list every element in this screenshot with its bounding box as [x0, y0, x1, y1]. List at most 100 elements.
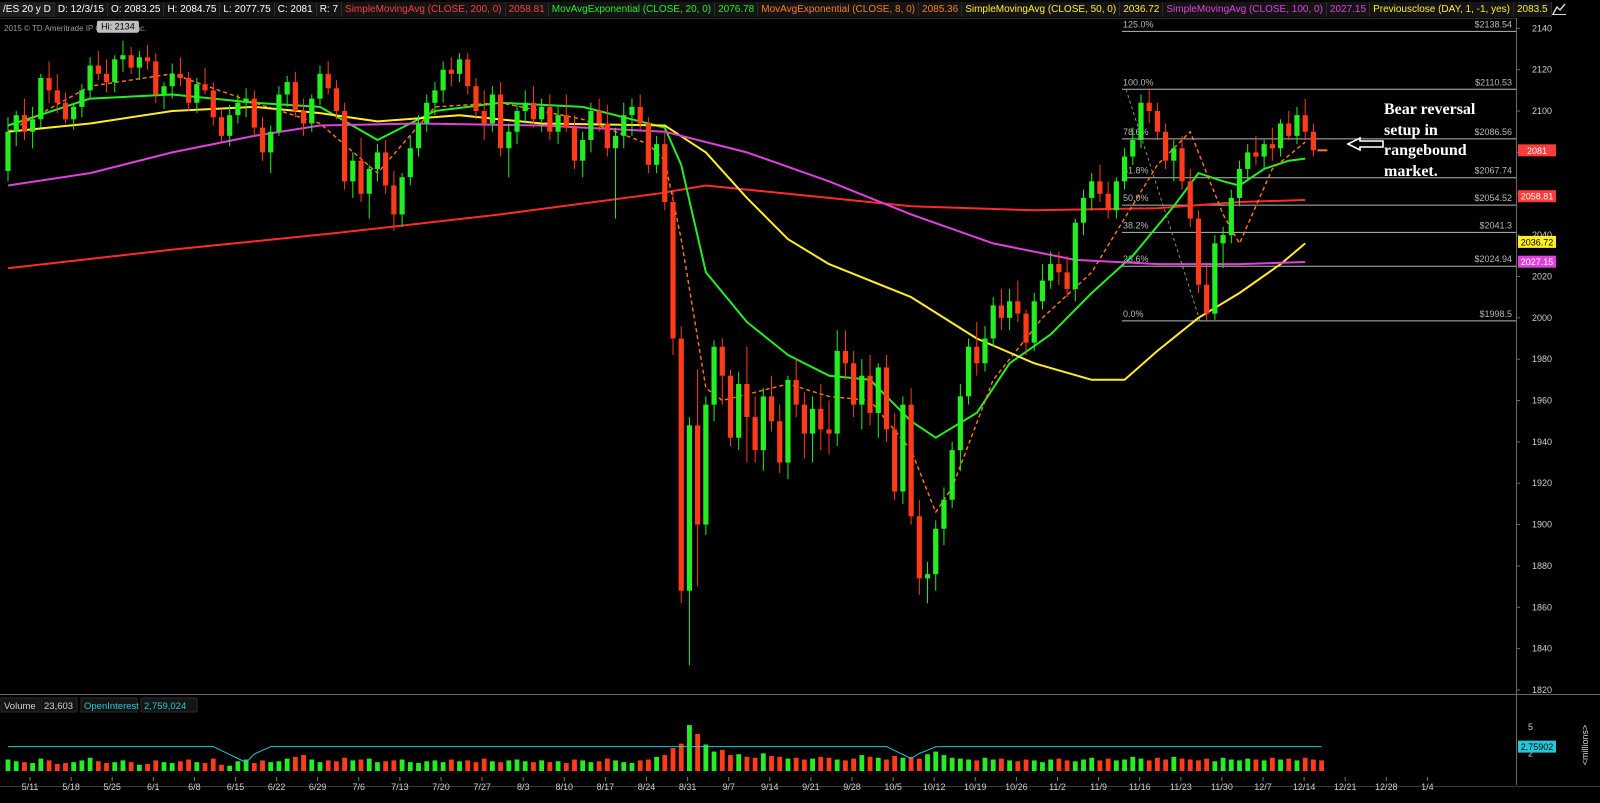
chart-annotations: 2015 © TD Ameritrade IP Company, Inc.Hi:…	[0, 18, 1600, 785]
x-tick-label: 11/2	[1049, 782, 1066, 792]
volume-bar	[670, 748, 676, 771]
candle-body	[842, 350, 849, 364]
volume-bar	[1286, 758, 1292, 771]
volume-bar	[957, 758, 963, 771]
candle-body	[1302, 115, 1308, 132]
candle-body	[506, 131, 512, 149]
volume-bar	[375, 762, 380, 771]
fib-level-price: $2054.52	[1474, 193, 1512, 203]
high-label: Hi: 2134	[101, 22, 135, 32]
candle-body	[596, 111, 602, 124]
study-label[interactable]: SimpleMovingAvg (CLOSE, 100, 0)	[1163, 1, 1327, 17]
candle-body	[194, 84, 200, 103]
volume-bar	[687, 725, 692, 771]
candle-body	[736, 383, 742, 438]
candle-body	[645, 123, 651, 165]
volume-bar	[514, 759, 520, 771]
candle-body	[1015, 301, 1021, 314]
x-tick-label: 5/11	[22, 782, 39, 792]
annotation-line: rangebound	[1384, 142, 1467, 159]
volume-bar	[1105, 758, 1111, 771]
volume-bar	[711, 751, 717, 771]
candle-body	[218, 117, 225, 136]
volume-bar	[87, 757, 93, 771]
volume-bar	[317, 762, 323, 771]
volume-pane[interactable]: Volume 23,603 OpenInterest 2,759,024522.759…	[0, 697, 1590, 771]
study-value: 2076.78	[715, 1, 759, 17]
y-tick-label: 1920	[1532, 478, 1552, 488]
volume-bar	[777, 756, 783, 771]
volume-bar	[342, 757, 348, 771]
volume-bar	[1064, 760, 1070, 771]
volume-bar	[1146, 760, 1152, 771]
volume-bar	[325, 760, 331, 771]
candle-body	[407, 148, 413, 178]
x-tick-label: 11/9	[1090, 782, 1107, 792]
chart-settings-icon[interactable]	[1552, 3, 1566, 15]
candle-body	[752, 417, 758, 451]
candle-body	[908, 404, 914, 517]
candle-body	[1113, 181, 1119, 211]
x-tick-label: 12/7	[1254, 782, 1272, 792]
x-tick-label: 12/14	[1293, 782, 1316, 792]
candle-body	[793, 379, 799, 405]
price-tag-label: 2081	[1527, 146, 1547, 156]
x-tick-label: 6/1	[147, 782, 160, 792]
candle-body	[1310, 131, 1316, 151]
volume-bar	[440, 762, 446, 771]
price-chart[interactable]: 125.0% $2138.54100.0% $2110.5378.6% $2086.5…	[0, 0, 1600, 803]
candle-body	[785, 379, 791, 463]
x-tick-label: 8/24	[638, 782, 656, 792]
volume-bar	[1056, 758, 1062, 771]
bar-close: C: 2081	[274, 1, 317, 17]
volume-bar	[161, 762, 167, 771]
volume-bar	[596, 761, 602, 771]
x-tick-label: 6/29	[309, 782, 327, 792]
volume-bar	[219, 764, 224, 771]
volume-bar	[572, 759, 577, 771]
time-axis[interactable]: 5/11 5/18 5/25 6/1 6/8 6/15 6/22 6/29 7/6 7/13 7/2…	[0, 777, 1600, 792]
x-tick-label: 10/19	[964, 782, 987, 792]
candle-body	[662, 144, 668, 203]
volume-bar	[621, 762, 627, 771]
fib-level-pct: 0.0%	[1123, 309, 1144, 319]
x-tick-label: 9/7	[722, 782, 735, 792]
candle-body	[670, 202, 676, 339]
volume-bar	[350, 760, 356, 771]
candle-body	[686, 425, 693, 591]
candle-body	[1089, 181, 1095, 198]
candle-body	[1294, 115, 1300, 136]
candle-body	[432, 90, 438, 103]
candle-body	[998, 305, 1005, 318]
candle-body	[1286, 123, 1292, 136]
candle-body	[588, 111, 594, 140]
y-tick-label: 2120	[1532, 65, 1552, 75]
volume-bar	[473, 762, 479, 771]
candle-body	[268, 131, 274, 153]
volume-bar	[13, 761, 19, 771]
candle-body	[366, 168, 372, 194]
study-value: 2085.36	[919, 1, 963, 17]
candle-body	[358, 160, 364, 194]
volume-bar	[407, 762, 413, 771]
volume-bar	[104, 763, 109, 771]
candle-body	[916, 516, 922, 579]
study-label[interactable]: MovAvgExponential (CLOSE, 8, 0)	[758, 1, 920, 17]
study-label[interactable]: SimpleMovingAvg (CLOSE, 200, 0)	[342, 1, 506, 17]
y-tick-label: 1840	[1532, 644, 1552, 654]
candle-body	[859, 375, 865, 405]
study-label[interactable]: MovAvgExponential (CLOSE, 20, 0)	[548, 1, 716, 17]
candle-body	[1031, 301, 1037, 343]
candle-body	[391, 185, 397, 215]
candle-body	[1064, 272, 1070, 289]
volume-header-label: OpenInterest	[84, 701, 139, 712]
candle-body	[1138, 102, 1144, 140]
candle-body	[678, 338, 684, 591]
volume-bar	[760, 753, 766, 771]
study-label[interactable]: SimpleMovingAvg (CLOSE, 50, 0)	[962, 1, 1121, 17]
symbol-label[interactable]: /ES 20 y D	[0, 1, 55, 17]
candle-body	[900, 404, 906, 492]
volume-bar	[1261, 760, 1267, 771]
study-label[interactable]: Previousclose (DAY, 1, -1, yes)	[1370, 1, 1514, 17]
volume-bar	[383, 761, 389, 771]
